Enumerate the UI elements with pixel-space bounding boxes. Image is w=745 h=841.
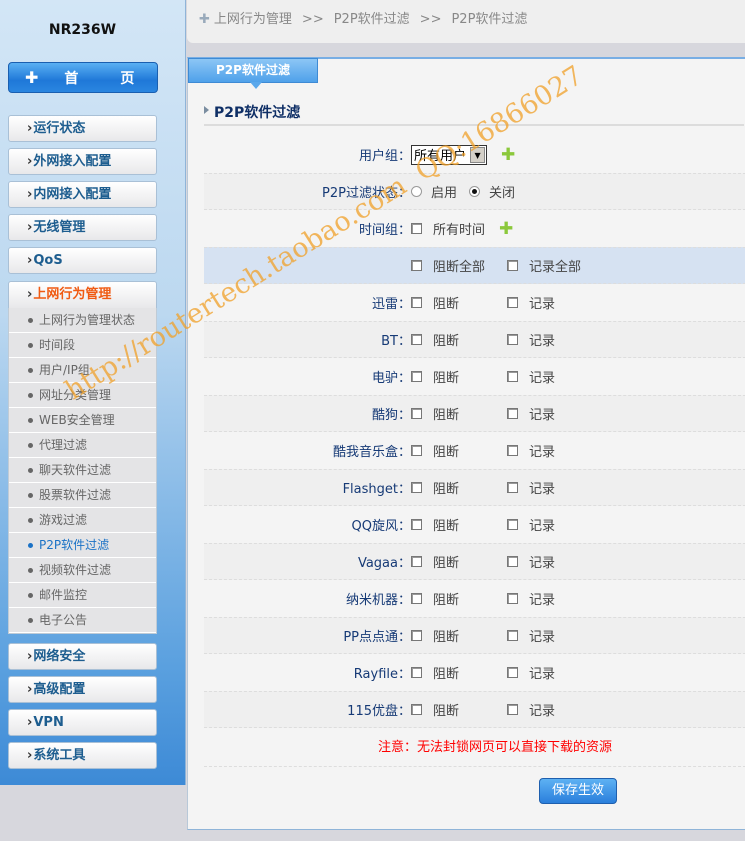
chevron-right-icon: ›	[27, 715, 33, 730]
submenu-item[interactable]: 代理过滤	[9, 433, 156, 458]
block-checkbox[interactable]	[411, 519, 422, 530]
block-checkbox[interactable]	[411, 704, 422, 715]
breadcrumb-separator: >>	[301, 12, 324, 27]
device-model: NR236W	[48, 22, 117, 38]
add-user-group-icon[interactable]: ✚	[501, 145, 515, 165]
app-row: 迅雷： 阻断 记录	[371, 297, 556, 312]
submenu-item[interactable]: 用户/IP组	[9, 358, 156, 383]
sidebar-item[interactable]: ›运行状态	[8, 115, 157, 142]
sidebar: NR236W ✚ 首 页 ›运行状态 ›外网接入配置 ›内网接入配置 ›无线管理 ›QoS…	[0, 0, 186, 785]
user-group-select[interactable]: 所有用户 ▼	[411, 144, 488, 165]
submenu-item[interactable]: 聊天软件过滤	[9, 458, 156, 483]
status-enable-radio[interactable]	[411, 186, 422, 197]
log-checkbox[interactable]	[507, 704, 518, 715]
chevron-right-icon: ›	[27, 121, 33, 136]
user-group-row: 用户组： 所有用户 ▼ ✚	[358, 144, 516, 165]
sidebar-item[interactable]: ›内网接入配置	[8, 181, 157, 208]
app-row: Rayfile： 阻断 记录	[353, 667, 556, 682]
log-checkbox[interactable]	[507, 482, 518, 493]
sidebar-item[interactable]: ›系统工具	[8, 742, 157, 769]
app-row: BT： 阻断 记录	[204, 321, 745, 358]
app-row: QQ旋风： 阻断 记录	[351, 519, 556, 534]
plus-icon: ✚	[25, 68, 39, 87]
chevron-down-icon: ▼	[470, 146, 486, 163]
log-checkbox[interactable]	[507, 556, 518, 567]
section-title: P2P软件过滤	[204, 102, 744, 126]
breadcrumb: ✚ 上网行为管理 >> P2P软件过滤 >> P2P软件过滤	[187, 0, 745, 43]
submenu-item[interactable]: 电子公告	[9, 608, 156, 633]
block-checkbox[interactable]	[411, 334, 422, 345]
home-button[interactable]: ✚ 首 页	[8, 62, 158, 93]
block-checkbox[interactable]	[411, 556, 422, 567]
submenu-item[interactable]: P2P软件过滤	[9, 533, 156, 558]
notice-text: 注意：无法封锁网页可以直接下载的资源	[204, 730, 745, 767]
content-panel: P2P软件过滤 P2P软件过滤 用户组： 所有用户 ▼ ✚ P2P过滤状态： 启用关…	[187, 57, 745, 830]
chevron-right-icon: ›	[27, 220, 33, 235]
log-all-checkbox[interactable]	[507, 260, 518, 271]
app-row: PP点点通： 阻断 记录	[204, 617, 745, 654]
sidebar-item[interactable]: ›高级配置	[8, 676, 157, 703]
app-row: 纳米机器： 阻断 记录	[345, 593, 556, 608]
block-checkbox[interactable]	[411, 593, 422, 604]
log-checkbox[interactable]	[507, 519, 518, 530]
app-row: Flashget： 阻断 记录	[204, 469, 745, 506]
log-checkbox[interactable]	[507, 445, 518, 456]
sidebar-item[interactable]: ›外网接入配置	[8, 148, 157, 175]
sidebar-item[interactable]: ›VPN	[8, 709, 157, 736]
log-checkbox[interactable]	[507, 667, 518, 678]
block-checkbox[interactable]	[411, 297, 422, 308]
submenu-item[interactable]: 游戏过滤	[9, 508, 156, 533]
breadcrumb-item[interactable]: P2P软件过滤	[451, 12, 527, 27]
breadcrumb-separator: >>	[419, 12, 442, 27]
sidebar-item[interactable]: ›上网行为管理	[8, 281, 157, 308]
chevron-right-icon: ›	[27, 154, 33, 169]
chevron-right-icon: ›	[27, 253, 33, 268]
block-checkbox[interactable]	[411, 371, 422, 382]
breadcrumb-item[interactable]: P2P软件过滤	[334, 12, 410, 27]
block-checkbox[interactable]	[411, 667, 422, 678]
sidebar-item[interactable]: ›无线管理	[8, 214, 157, 241]
block-checkbox[interactable]	[411, 445, 422, 456]
log-checkbox[interactable]	[507, 630, 518, 641]
all-time-checkbox[interactable]	[411, 223, 422, 234]
block-all-checkbox[interactable]	[411, 260, 422, 271]
log-checkbox[interactable]	[507, 593, 518, 604]
log-checkbox[interactable]	[507, 334, 518, 345]
log-checkbox[interactable]	[507, 408, 518, 419]
submenu-item[interactable]: 时间段	[9, 333, 156, 358]
status-disable-radio[interactable]	[469, 186, 481, 197]
app-row: 酷我音乐盒： 阻断 记录	[332, 445, 556, 460]
time-group-row: 时间组： 所有时间 ✚	[358, 218, 514, 239]
submenu-item[interactable]: 视频软件过滤	[9, 558, 156, 583]
submenu: 上网行为管理状态 时间段 用户/IP组 网址分类管理 WEB安全管理 代理过滤 聊天软件过滤…	[8, 308, 157, 634]
submenu-item[interactable]: 股票软件过滤	[9, 483, 156, 508]
log-checkbox[interactable]	[507, 297, 518, 308]
submenu-item[interactable]: 上网行为管理状态	[9, 308, 156, 333]
submenu-item[interactable]: 邮件监控	[9, 583, 156, 608]
chevron-right-icon: ›	[27, 682, 33, 697]
submenu-item[interactable]: 网址分类管理	[9, 383, 156, 408]
sidebar-item[interactable]: ›QoS	[8, 247, 157, 274]
sidebar-item[interactable]: ›网络安全	[8, 643, 157, 670]
select-all-row: 阻断全部 记录全部	[204, 247, 745, 284]
chevron-right-icon: ›	[27, 649, 33, 664]
app-row: Vagaa： 阻断 记录	[204, 543, 745, 580]
block-checkbox[interactable]	[411, 482, 422, 493]
log-checkbox[interactable]	[507, 371, 518, 382]
chevron-right-icon: ›	[27, 748, 33, 763]
app-row: 电驴： 阻断 记录	[371, 371, 556, 386]
chevron-right-icon: ›	[27, 187, 33, 202]
plus-icon: ✚	[199, 12, 210, 27]
status-row: P2P过滤状态： 启用 关闭	[204, 173, 745, 210]
save-button[interactable]: 保存生效	[539, 778, 617, 804]
app-row: 115优盘： 阻断 记录	[204, 691, 745, 728]
chevron-right-icon: ›	[27, 287, 33, 302]
block-checkbox[interactable]	[411, 408, 422, 419]
add-time-group-icon[interactable]: ✚	[499, 219, 513, 239]
tab-p2p-filter[interactable]: P2P软件过滤	[188, 58, 318, 89]
breadcrumb-item[interactable]: 上网行为管理	[214, 12, 292, 27]
block-checkbox[interactable]	[411, 630, 422, 641]
app-row: 酷狗： 阻断 记录	[204, 395, 745, 432]
submenu-item[interactable]: WEB安全管理	[9, 408, 156, 433]
